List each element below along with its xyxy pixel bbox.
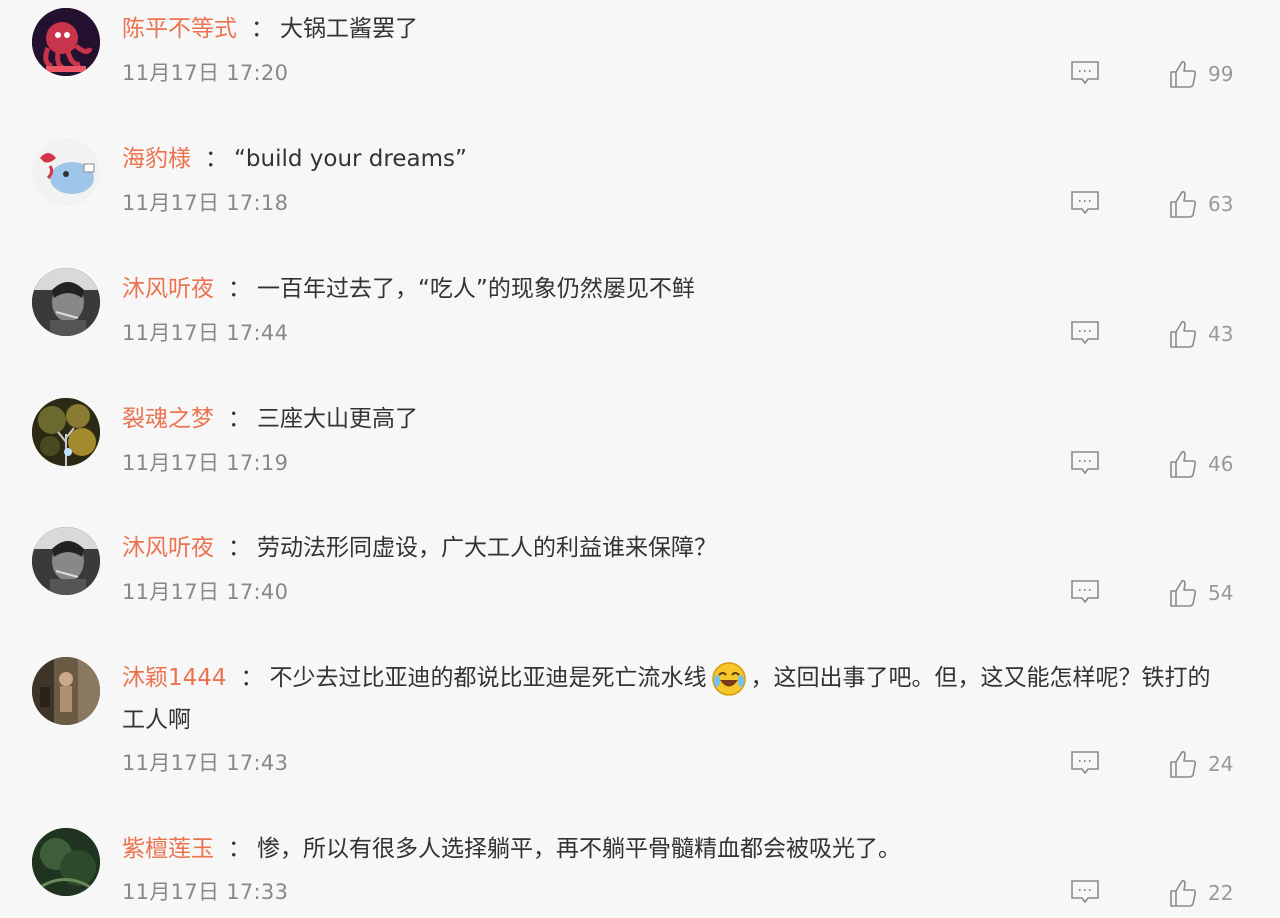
comment-time: 11月17日 17:44 bbox=[122, 321, 289, 345]
username-link[interactable]: 紫檀莲玉 bbox=[122, 836, 214, 862]
username-link[interactable]: 裂魂之梦 bbox=[122, 406, 214, 432]
thumbs-up-icon bbox=[1170, 321, 1197, 348]
comment-time: 11月17日 17:33 bbox=[122, 880, 289, 904]
reply-button[interactable] bbox=[1070, 60, 1100, 86]
username-link[interactable]: 沐风听夜 bbox=[122, 535, 214, 561]
avatar[interactable] bbox=[32, 138, 100, 206]
comment-item: 裂魂之梦 ：三座大山更高了 11月17日 17:19 46 bbox=[0, 390, 1280, 520]
comment-line: 沐颖1444 ：不少去过比亚迪的都说比亚迪是死亡流水线 ，这回出事了吧。但，这又能怎… bbox=[122, 657, 1257, 741]
comment-line: 裂魂之梦 ：三座大山更高了 bbox=[122, 398, 1257, 440]
reply-button[interactable] bbox=[1070, 320, 1100, 346]
comment-text: “build your dreams” bbox=[234, 146, 467, 172]
like-button[interactable]: 43 bbox=[1168, 319, 1233, 349]
separator: ： bbox=[205, 146, 228, 172]
comment-icon bbox=[1071, 321, 1099, 345]
comment-time: 11月17日 17:43 bbox=[122, 751, 289, 775]
comment-icon bbox=[1071, 191, 1099, 215]
thumbs-up-icon bbox=[1170, 580, 1197, 607]
comment-item: 紫檀莲玉 ：惨，所以有很多人选择躺平，再不躺平骨髓精血都会被吸光了。 11月17日… bbox=[0, 820, 1280, 918]
sketch-portrait-avatar-icon bbox=[32, 527, 100, 595]
comment-item: 陈平不等式 ：大锅工酱罢了 11月17日 17:20 99 bbox=[0, 0, 1280, 130]
username-link[interactable]: 沐风听夜 bbox=[122, 276, 214, 302]
like-count: 63 bbox=[1208, 192, 1234, 216]
like-count: 22 bbox=[1208, 881, 1234, 905]
comment-time: 11月17日 17:20 bbox=[122, 61, 289, 85]
comment-line: 沐风听夜 ：劳动法形同虚设，广大工人的利益谁来保障？ bbox=[122, 527, 1257, 569]
comment-icon bbox=[1071, 751, 1099, 775]
like-button[interactable]: 24 bbox=[1168, 749, 1233, 779]
thumbs-up-icon bbox=[1170, 751, 1197, 778]
username-link[interactable]: 海豹様 bbox=[122, 146, 191, 172]
like-count: 24 bbox=[1208, 752, 1234, 776]
sketch-portrait-avatar-icon bbox=[32, 268, 100, 336]
laughing-crying-emoji-icon bbox=[711, 661, 747, 697]
thumbs-up-icon bbox=[1170, 451, 1197, 478]
separator: ： bbox=[228, 406, 251, 432]
comment-line: 陈平不等式 ：大锅工酱罢了 bbox=[122, 8, 1257, 50]
separator: ： bbox=[251, 16, 274, 42]
separator: ： bbox=[228, 276, 251, 302]
comment-icon bbox=[1071, 61, 1099, 85]
like-button[interactable]: 54 bbox=[1168, 578, 1233, 608]
like-button[interactable]: 99 bbox=[1168, 59, 1233, 89]
comment-item: 沐颖1444 ：不少去过比亚迪的都说比亚迪是死亡流水线 ，这回出事了吧。但，这又能怎… bbox=[0, 649, 1280, 819]
comment-list: 陈平不等式：大锅工酱罢了 11月17日 17:20 99 海豹様： “build … bbox=[0, 0, 1280, 918]
comment-text: 不少去过比亚迪的都说比亚迪是死亡流水线 bbox=[269, 665, 707, 691]
avatar[interactable] bbox=[32, 8, 100, 76]
comment-item: 沐风听夜 ：劳动法形同虚设，广大工人的利益谁来保障？ 11月17日 17:40 5… bbox=[0, 519, 1280, 649]
thumbs-up-icon bbox=[1170, 61, 1197, 88]
reply-button[interactable] bbox=[1070, 190, 1100, 216]
dark-green-avatar-icon bbox=[32, 828, 100, 896]
thumbs-up-icon bbox=[1170, 880, 1197, 907]
reply-button[interactable] bbox=[1070, 750, 1100, 776]
figure-photo-avatar-icon bbox=[32, 657, 100, 725]
avatar[interactable] bbox=[32, 398, 100, 466]
comment-time: 11月17日 17:18 bbox=[122, 191, 289, 215]
separator: ： bbox=[240, 665, 264, 691]
comment-item: 沐风听夜 ：一百年过去了，“吃人”的现象仍然屡见不鲜 11月17日 17:44 4… bbox=[0, 260, 1280, 390]
night-tree-avatar-icon bbox=[32, 398, 100, 466]
reply-button[interactable] bbox=[1070, 579, 1100, 605]
like-count: 54 bbox=[1208, 581, 1234, 605]
separator: ： bbox=[228, 836, 251, 862]
comment-line: 紫檀莲玉 ：惨，所以有很多人选择躺平，再不躺平骨髓精血都会被吸光了。 bbox=[122, 828, 1257, 870]
comment-icon bbox=[1071, 451, 1099, 475]
comment-icon bbox=[1071, 580, 1099, 604]
separator: ： bbox=[228, 535, 251, 561]
red-octopus-avatar-icon bbox=[32, 8, 100, 76]
username-link[interactable]: 沐颖1444 bbox=[122, 665, 227, 691]
comment-text: 工人啊 bbox=[122, 707, 191, 733]
cartoon-seal-avatar-icon bbox=[32, 138, 100, 206]
avatar[interactable] bbox=[32, 657, 100, 725]
reply-button[interactable] bbox=[1070, 450, 1100, 476]
comment-text: ，这回出事了吧。但，这又能怎样呢？铁打的 bbox=[750, 665, 1211, 691]
comment-icon bbox=[1071, 880, 1099, 904]
avatar[interactable] bbox=[32, 828, 100, 896]
comment-line: 沐风听夜 ：一百年过去了，“吃人”的现象仍然屡见不鲜 bbox=[122, 268, 1257, 310]
reply-button[interactable] bbox=[1070, 879, 1100, 905]
like-count: 43 bbox=[1208, 322, 1234, 346]
like-count: 46 bbox=[1208, 452, 1234, 476]
avatar[interactable] bbox=[32, 527, 100, 595]
username-link[interactable]: 陈平不等式 bbox=[122, 16, 237, 42]
comment-text: 劳动法形同虚设，广大工人的利益谁来保障？ bbox=[257, 535, 717, 561]
comment-time: 11月17日 17:19 bbox=[122, 451, 289, 475]
comment-text: 三座大山更高了 bbox=[257, 406, 418, 432]
comment-text: 一百年过去了，“吃人”的现象仍然屡见不鲜 bbox=[257, 276, 695, 302]
comment-time: 11月17日 17:40 bbox=[122, 580, 289, 604]
thumbs-up-icon bbox=[1170, 191, 1197, 218]
like-button[interactable]: 46 bbox=[1168, 449, 1233, 479]
comment-line: 海豹様 ： “build your dreams” bbox=[122, 138, 1257, 180]
avatar[interactable] bbox=[32, 268, 100, 336]
comment-text: 大锅工酱罢了 bbox=[280, 16, 418, 42]
like-button[interactable]: 63 bbox=[1168, 189, 1233, 219]
comment-item: 海豹様 ： “build your dreams” 11月17日 17:18 63 bbox=[0, 130, 1280, 260]
like-button[interactable]: 22 bbox=[1168, 878, 1233, 908]
like-count: 99 bbox=[1208, 62, 1234, 86]
comment-text: 惨，所以有很多人选择躺平，再不躺平骨髓精血都会被吸光了。 bbox=[257, 836, 901, 862]
